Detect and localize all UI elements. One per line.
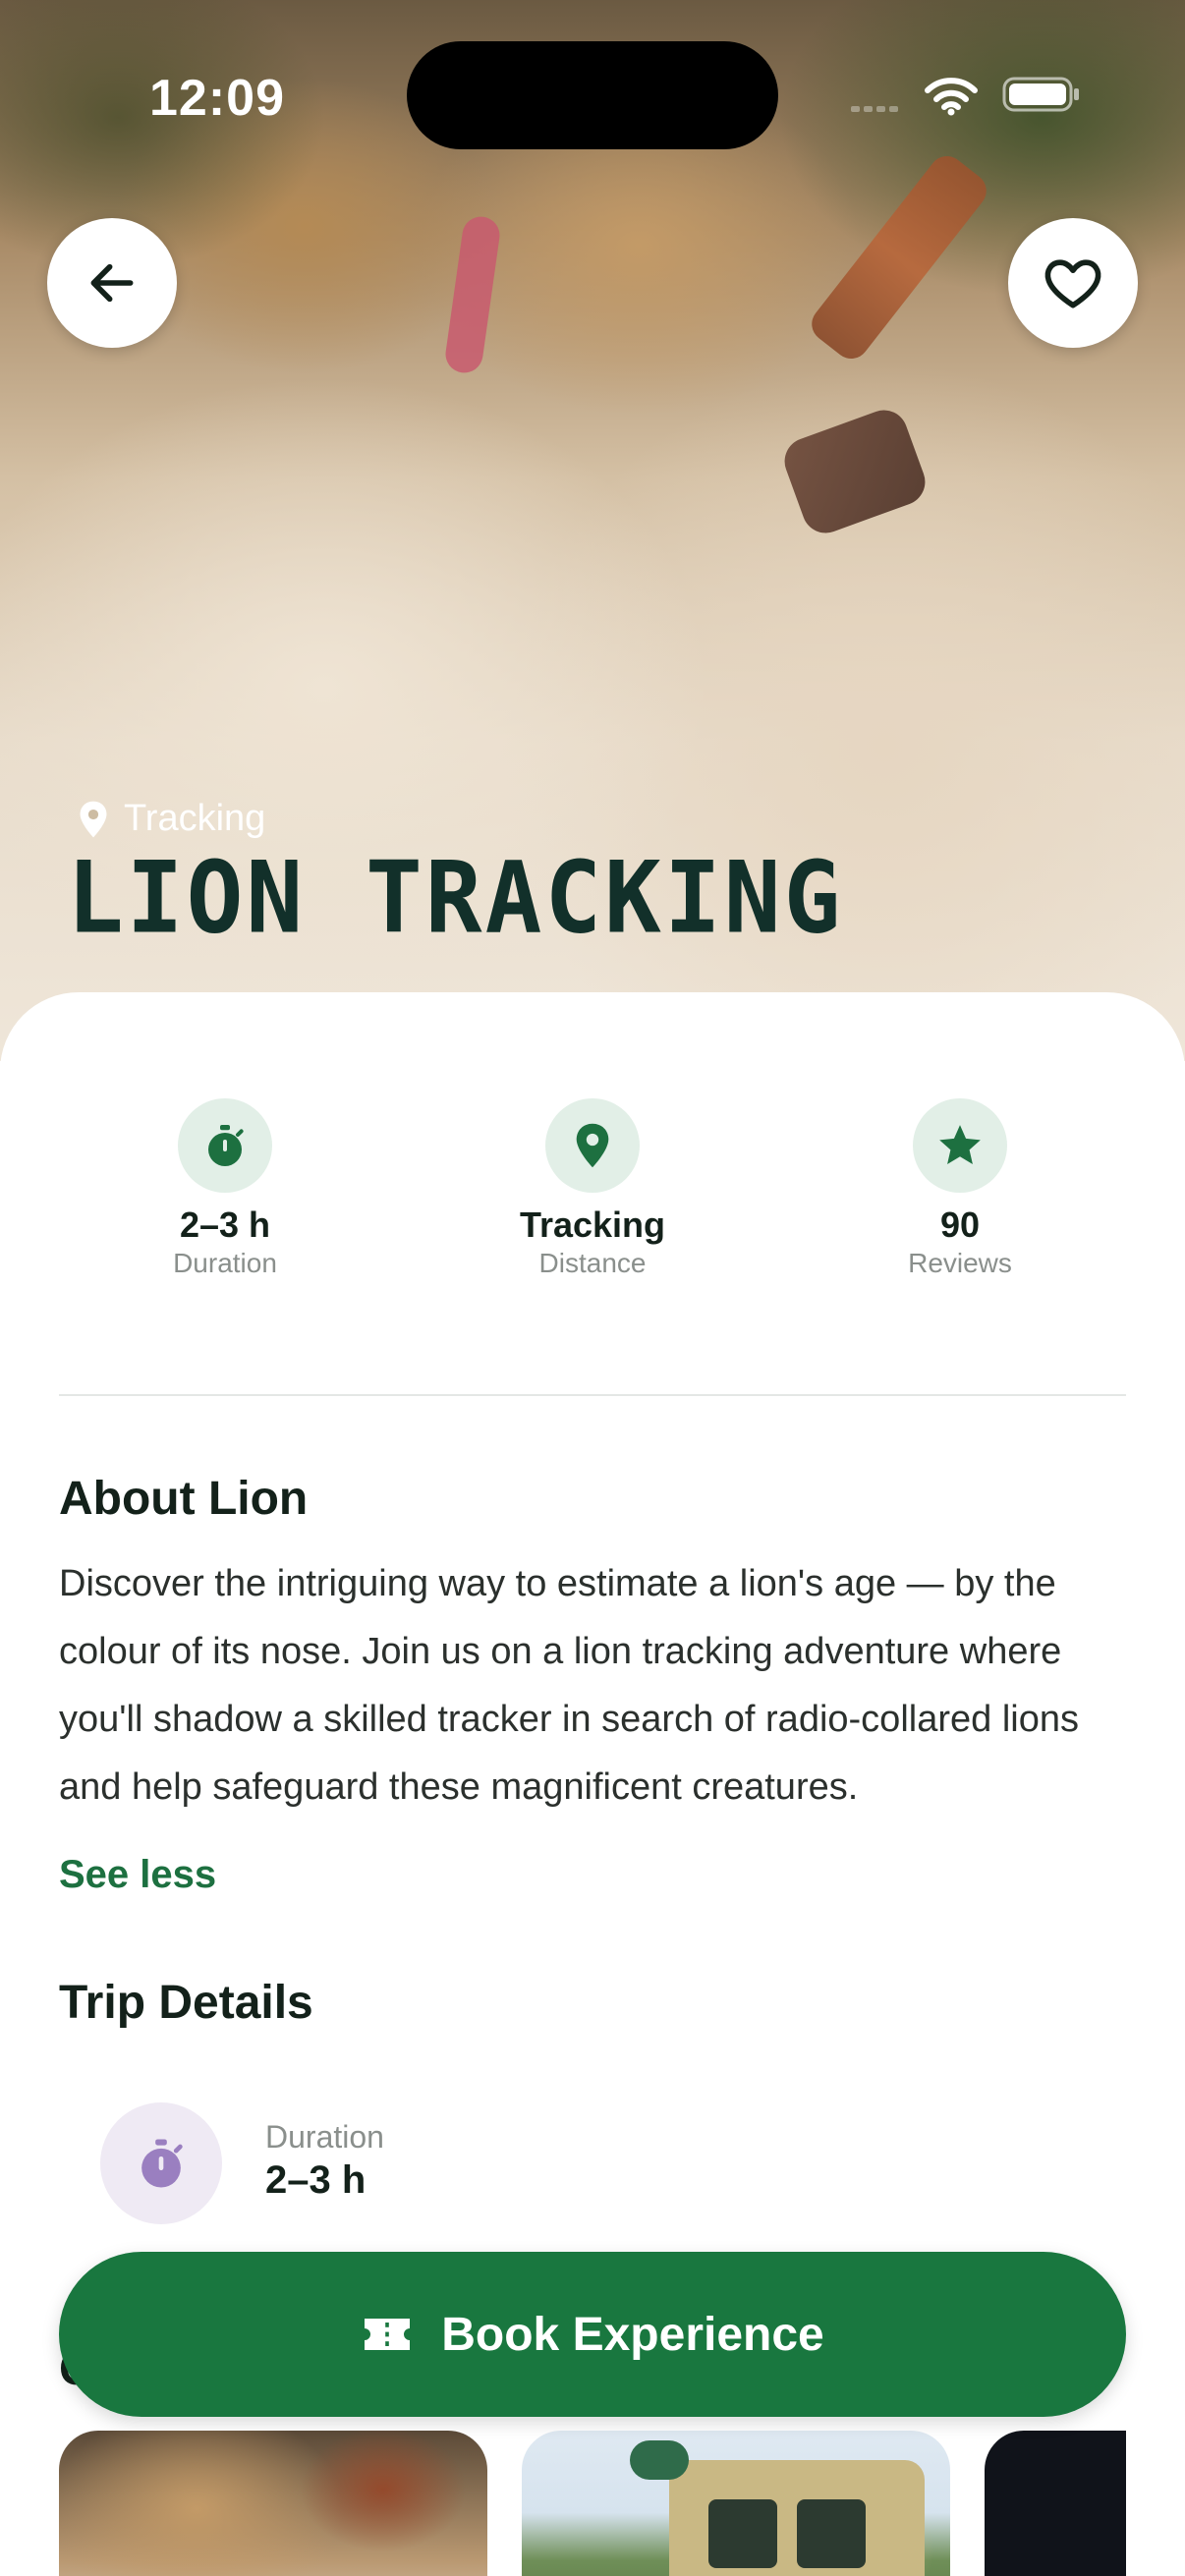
arrow-left-icon bbox=[90, 263, 134, 303]
map-pin-icon bbox=[576, 1123, 609, 1168]
book-experience-button[interactable]: Book Experience bbox=[59, 2252, 1126, 2417]
dynamic-island bbox=[407, 41, 778, 149]
gallery-photo-dark[interactable] bbox=[985, 2431, 1126, 2576]
person-shape bbox=[630, 2440, 689, 2480]
map-pin-icon bbox=[80, 801, 107, 837]
stat-icon-circle bbox=[545, 1098, 640, 1193]
book-experience-label: Book Experience bbox=[441, 2308, 824, 2361]
detail-icon-circle bbox=[100, 2102, 222, 2224]
favorite-button[interactable] bbox=[1008, 218, 1138, 348]
hero-category: Tracking bbox=[77, 798, 265, 840]
stat-reviews: 90 Reviews bbox=[813, 1098, 1107, 1279]
heart-icon bbox=[1044, 259, 1101, 308]
ticket-icon bbox=[365, 2319, 411, 2350]
vehicle-window bbox=[797, 2499, 866, 2568]
vehicle-window bbox=[708, 2499, 777, 2568]
gallery-photo-safari-vehicle[interactable] bbox=[522, 2431, 950, 2576]
stat-label: Reviews bbox=[908, 1248, 1012, 1278]
see-less-link[interactable]: See less bbox=[59, 1853, 216, 1897]
divider bbox=[59, 1394, 1126, 1396]
stat-distance: Tracking Distance bbox=[445, 1098, 740, 1279]
trip-details-heading: Trip Details bbox=[59, 1977, 313, 2029]
status-time: 12:09 bbox=[149, 70, 285, 127]
about-heading: About Lion bbox=[59, 1473, 309, 1525]
stopwatch-icon bbox=[208, 1125, 244, 1166]
wifi-icon bbox=[925, 78, 978, 116]
stat-duration: 2–3 h Duration bbox=[78, 1098, 372, 1279]
stat-value: 90 bbox=[939, 1204, 981, 1245]
hero-image-detail bbox=[777, 403, 932, 540]
stat-value: 2–3 h bbox=[179, 1204, 271, 1245]
detail-value: 2–3 h bbox=[265, 2158, 367, 2202]
cellular-signal-icon bbox=[851, 106, 898, 112]
hero-title: LION TRACKING bbox=[67, 840, 844, 956]
photo-gallery bbox=[59, 2431, 1126, 2576]
star-icon bbox=[939, 1125, 981, 1164]
stat-label: Distance bbox=[538, 1248, 647, 1278]
gallery-photo-lions[interactable] bbox=[59, 2431, 487, 2576]
stat-icon-circle bbox=[913, 1098, 1007, 1193]
battery-icon bbox=[1002, 77, 1079, 112]
hero-category-label: Tracking bbox=[124, 798, 266, 839]
hero-image: Tracking LION TRACKING bbox=[0, 0, 1185, 1061]
stopwatch-icon bbox=[141, 2139, 183, 2188]
stat-label: Duration bbox=[173, 1248, 277, 1278]
hero-image-detail bbox=[443, 214, 502, 375]
stat-value: Tracking bbox=[519, 1204, 666, 1245]
hero-image-detail bbox=[804, 148, 994, 366]
back-button[interactable] bbox=[47, 218, 177, 348]
detail-label: Duration bbox=[265, 2119, 384, 2155]
about-text: Discover the intriguing way to estimate … bbox=[59, 1563, 1079, 1808]
stat-icon-circle bbox=[178, 1098, 272, 1193]
status-bar: 12:09 bbox=[0, 0, 1185, 149]
status-icons bbox=[851, 73, 1081, 116]
